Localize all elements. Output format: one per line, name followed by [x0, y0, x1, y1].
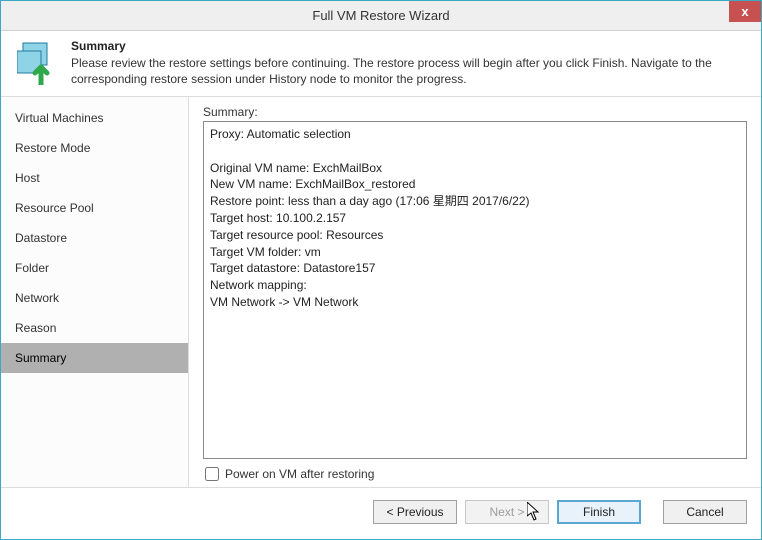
power-on-row[interactable]: Power on VM after restoring — [203, 459, 747, 483]
header-title: Summary — [71, 39, 747, 53]
title-bar: Full VM Restore Wizard x — [1, 1, 761, 31]
sidebar-item-label: Resource Pool — [15, 201, 94, 215]
wizard-header: Summary Please review the restore settin… — [1, 31, 761, 97]
wizard-body: Virtual Machines Restore Mode Host Resou… — [1, 97, 761, 487]
sidebar-item-label: Summary — [15, 351, 66, 365]
power-on-checkbox[interactable] — [205, 467, 219, 481]
previous-button[interactable]: < Previous — [373, 500, 457, 524]
sidebar-item-datastore[interactable]: Datastore — [1, 223, 188, 253]
sidebar-item-summary[interactable]: Summary — [1, 343, 188, 373]
sidebar-item-label: Restore Mode — [15, 141, 90, 155]
wizard-icon — [15, 39, 63, 90]
button-label: < Previous — [386, 505, 443, 519]
wizard-content: Summary: Proxy: Automatic selection Orig… — [189, 97, 761, 487]
finish-button[interactable]: Finish — [557, 500, 641, 524]
sidebar-item-resource-pool[interactable]: Resource Pool — [1, 193, 188, 223]
header-subtitle: Please review the restore settings befor… — [71, 55, 747, 87]
sidebar-item-folder[interactable]: Folder — [1, 253, 188, 283]
sidebar-item-host[interactable]: Host — [1, 163, 188, 193]
wizard-footer: < Previous Next > Finish Cancel — [1, 487, 761, 535]
window-title: Full VM Restore Wizard — [312, 8, 449, 23]
sidebar-item-label: Network — [15, 291, 59, 305]
sidebar-item-virtual-machines[interactable]: Virtual Machines — [1, 103, 188, 133]
cancel-button[interactable]: Cancel — [663, 500, 747, 524]
vm-restore-icon — [17, 41, 61, 85]
sidebar-item-label: Host — [15, 171, 40, 185]
sidebar-item-label: Folder — [15, 261, 49, 275]
sidebar-item-network[interactable]: Network — [1, 283, 188, 313]
button-label: Next > — [489, 505, 524, 519]
summary-label: Summary: — [203, 105, 747, 119]
sidebar-item-label: Datastore — [15, 231, 67, 245]
sidebar-item-reason[interactable]: Reason — [1, 313, 188, 343]
wizard-sidebar: Virtual Machines Restore Mode Host Resou… — [1, 97, 189, 487]
button-label: Finish — [583, 505, 615, 519]
close-button[interactable]: x — [729, 1, 761, 22]
next-button: Next > — [465, 500, 549, 524]
summary-textbox[interactable]: Proxy: Automatic selection Original VM n… — [203, 121, 747, 459]
sidebar-item-label: Reason — [15, 321, 56, 335]
power-on-label: Power on VM after restoring — [225, 467, 374, 481]
sidebar-item-restore-mode[interactable]: Restore Mode — [1, 133, 188, 163]
button-label: Cancel — [686, 505, 723, 519]
close-icon: x — [741, 4, 748, 19]
sidebar-item-label: Virtual Machines — [15, 111, 104, 125]
